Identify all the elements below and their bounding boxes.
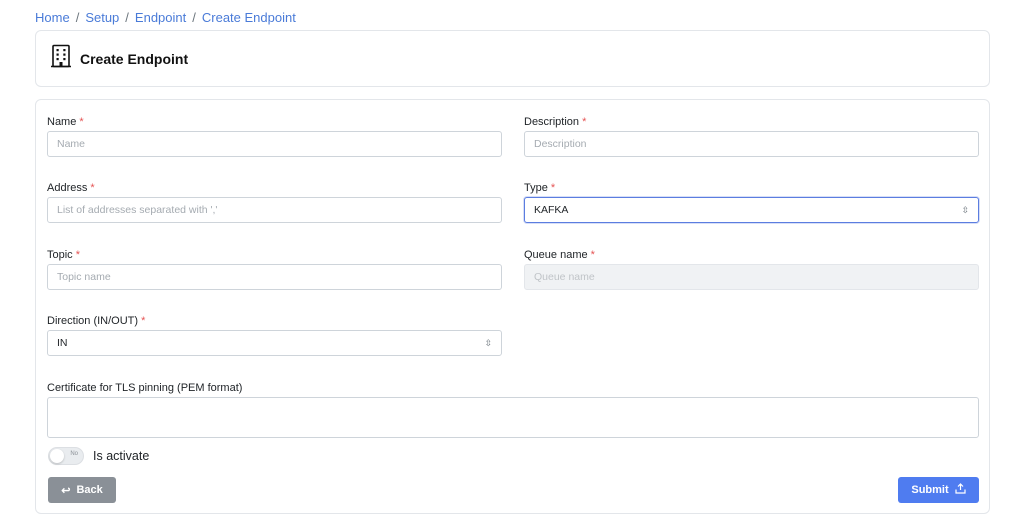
address-field-group: Address * List of addresses separated wi… [47,181,502,223]
toggle-knob [50,449,64,463]
type-field-group: Type * KAFKA ⇳ [524,181,979,223]
address-label: Address * [47,182,95,194]
description-input[interactable]: Description [524,131,979,157]
toggle-state-text: No [70,451,78,457]
submit-button-label: Submit [911,484,949,496]
breadcrumb-endpoint[interactable]: Endpoint [135,10,186,25]
type-label: Type * [524,182,556,194]
name-field-group: Name * Name [47,115,502,157]
building-icon [50,44,72,73]
topic-input[interactable]: Topic name [47,264,502,290]
description-label: Description * [524,116,587,128]
upload-icon [955,483,966,497]
queue-name-field-group: Queue name * Queue name [524,248,979,290]
queue-name-label: Queue name * [524,249,595,261]
submit-button[interactable]: Submit [898,477,979,503]
breadcrumb-separator: / [75,10,80,25]
direction-select[interactable]: IN ⇳ [47,330,502,356]
queue-name-input: Queue name [524,264,979,290]
type-select[interactable]: KAFKA ⇳ [524,197,979,223]
back-button[interactable]: ↩ Back [48,477,116,503]
name-label: Name * [47,116,84,128]
activate-label: Is activate [93,449,150,463]
activate-toggle-row: No Is activate [48,447,149,465]
description-field-group: Description * Description [524,115,979,157]
breadcrumb-separator: / [125,10,129,25]
direction-label: Direction (IN/OUT) * [47,315,146,327]
certificate-label: Certificate for TLS pinning (PEM format) [47,382,243,394]
topic-label: Topic * [47,249,81,261]
breadcrumb-separator: / [192,10,196,25]
address-input[interactable]: List of addresses separated with ',' [47,197,502,223]
direction-field-group: Direction (IN/OUT) * IN ⇳ [47,314,502,356]
type-select-value: KAFKA [534,204,569,216]
certificate-textarea[interactable] [47,397,979,438]
topic-field-group: Topic * Topic name [47,248,502,290]
select-arrows-icon: ⇳ [961,204,969,215]
breadcrumb-create-endpoint[interactable]: Create Endpoint [202,10,296,25]
back-button-label: Back [76,484,103,496]
certificate-field-group: Certificate for TLS pinning (PEM format) [47,381,979,438]
return-icon: ↩ [61,484,71,497]
name-input[interactable]: Name [47,131,502,157]
breadcrumb-home[interactable]: Home [35,10,70,25]
select-arrows-icon: ⇳ [484,337,492,348]
activate-toggle[interactable]: No [48,447,84,465]
breadcrumb: Home / Setup / Endpoint / Create Endpoin… [35,10,296,25]
page-header: Create Endpoint [35,30,990,87]
endpoint-form: Name * Name Description * Description Ad… [35,99,990,514]
breadcrumb-setup[interactable]: Setup [85,10,119,25]
direction-select-value: IN [57,337,68,349]
page-title: Create Endpoint [80,50,189,67]
